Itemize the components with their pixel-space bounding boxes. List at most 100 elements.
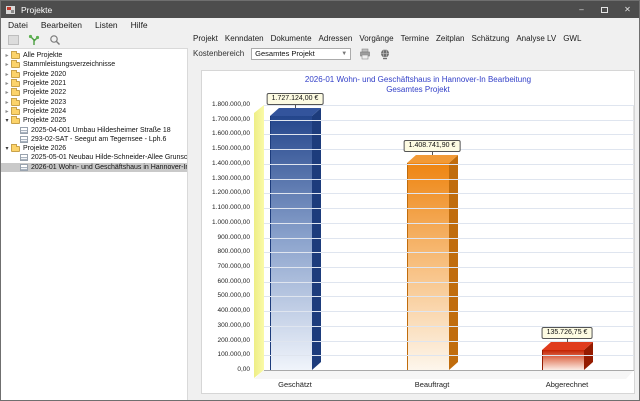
gridline [264,238,634,239]
minimize-button[interactable]: – [570,1,593,18]
expand-arrow-icon[interactable]: ▸ [3,61,11,68]
tab-termine[interactable]: Termine [401,34,429,43]
x-axis-category-label: Geschätzt [278,380,312,389]
tab-schätzung[interactable]: Schätzung [472,34,510,43]
gridline [264,179,634,180]
gridline [264,164,634,165]
titlebar: Projekte – ✕ [1,1,639,18]
new-icon[interactable] [8,35,19,45]
gridline [264,267,634,268]
bar-side-face-blue [312,108,321,370]
tree-item-label: Projekte 2022 [23,89,66,96]
y-axis-tick-label: 900.000,00 [202,234,250,241]
tree-item[interactable]: 293-02-SAT - Seegut am Tegernsee - Lph.6 [1,135,187,144]
tab-kenndaten[interactable]: Kenndaten [225,34,264,43]
right-panel: Projekt Kenndaten Dokumente Adressen Vorgäng… [188,32,639,400]
x-axis-category-label: Abgerechnet [546,380,589,389]
app-window: Projekte – ✕ Datei Bearbeiten Listen Hilfe [0,0,640,401]
folder-icon [11,81,20,87]
bar-abgerechnet [542,350,584,370]
expand-arrow-icon[interactable]: ▸ [3,52,11,59]
app-icon [6,5,16,15]
tree-item-label: Alle Projekte [23,52,62,59]
y-axis-tick-label: 1.000.000,00 [202,219,250,226]
tree-item[interactable]: ▾ Projekte 2025 [1,116,187,125]
maximize-button[interactable] [593,1,616,18]
print-button[interactable] [358,47,371,60]
tab-projekt[interactable]: Projekt [193,34,218,43]
gridline [264,193,634,194]
tree-item-label: Projekte 2025 [23,117,66,124]
expand-arrow-icon[interactable]: ▸ [3,99,11,106]
menu-item-datei[interactable]: Datei [8,20,28,30]
y-axis-tick-label: 800.000,00 [202,248,250,255]
project-doc-icon [20,127,28,134]
gridline [264,223,634,224]
expand-arrow-icon[interactable]: ▸ [3,80,11,87]
bar-side-face-orange [449,155,458,370]
project-tree: ▸ Alle Projekte ▸ Stammleistungsverzeichnis… [1,48,188,400]
project-doc-icon [20,164,28,171]
y-axis-tick-label: 1.100.000,00 [202,204,250,211]
search-icon[interactable] [49,34,61,46]
collapse-arrow-icon[interactable]: ▾ [3,117,11,124]
tree-item[interactable]: ▸Projekte 2021 [1,79,187,88]
costarea-select[interactable]: Gesamtes Projekt ▼ [251,48,351,60]
tab-gwl[interactable]: GWL [563,34,581,43]
tab-vorgänge[interactable]: Vorgänge [359,34,393,43]
expand-arrow-icon[interactable]: ▸ [3,89,11,96]
left-panel: ▸ Alle Projekte ▸ Stammleistungsverzeichnis… [1,32,188,400]
folder-icon [11,72,20,78]
y-axis-tick-label: 200.000,00 [202,337,250,344]
gridline [264,355,634,356]
tab-zeitplan[interactable]: Zeitplan [436,34,464,43]
tree-icon[interactable] [28,34,40,46]
tree-item[interactable]: 2026-01 Wohn- und Geschäftshaus in Hanno… [1,163,187,172]
tree-item[interactable]: 2025-04-001 Umbau Hildesheimer Straße 18 [1,125,187,134]
y-axis-tick-label: 0,00 [202,366,250,373]
chart-canvas: 2026-01 Wohn- und Geschäftshaus in Hanno… [188,62,639,400]
bar-top-face-red [542,342,593,350]
tree-item-label: 293-02-SAT - Seegut am Tegernsee - Lph.6 [31,136,166,143]
y-axis-tick-label: 400.000,00 [202,307,250,314]
tree-item-label: Stammleistungsverzeichnisse [23,61,115,68]
tree-item[interactable]: ▸ Alle Projekte [1,51,187,60]
window-title: Projekte [21,5,52,15]
menu-item-hilfe[interactable]: Hilfe [131,20,148,30]
tree-item[interactable]: ▾ Projekte 2026 [1,144,187,153]
chevron-down-icon: ▼ [341,51,347,57]
gridline [264,311,634,312]
chart-panel: 2026-01 Wohn- und Geschäftshaus in Hanno… [201,70,635,394]
chart-title: 2026-01 Wohn- und Geschäftshaus in Hanno… [202,75,634,84]
tab-dokumente[interactable]: Dokumente [271,34,312,43]
expand-arrow-icon[interactable]: ▸ [3,108,11,115]
x-axis-category-label: Beauftragt [415,380,450,389]
close-button[interactable]: ✕ [616,1,639,18]
menubar: Datei Bearbeiten Listen Hilfe [1,18,639,32]
tree-item[interactable]: 2025-05-01 Neubau Hilde-Schneider-Allee … [1,153,187,162]
gridline [264,120,634,121]
folder-icon [11,90,20,96]
y-axis-tick-label: 600.000,00 [202,278,250,285]
bar-top-face-orange [407,155,458,163]
folder-icon [11,118,20,124]
publish-button[interactable] [378,47,391,60]
tree-item[interactable]: ▸ Stammleistungsverzeichnisse [1,60,187,69]
tree-item[interactable]: ▸ Projekte 2022 [1,88,187,97]
toolbar [1,32,188,48]
main-body: ▸ Alle Projekte ▸ Stammleistungsverzeichnis… [1,32,639,400]
tab-adressen[interactable]: Adressen [319,34,353,43]
tree-item-label: Projekte 2024 [23,108,66,115]
menu-item-bearbeiten[interactable]: Bearbeiten [41,20,82,30]
tree-item-label: Projekte 2023 [23,99,66,106]
tree-item[interactable]: ▸ Projekte 2024 [1,107,187,116]
collapse-arrow-icon[interactable]: ▾ [3,145,11,152]
tree-item-label: Projekte 2026 [23,145,66,152]
menu-item-listen[interactable]: Listen [95,20,118,30]
gridline [264,105,634,106]
tree-item[interactable]: ▸Projekte 2020 [1,70,187,79]
tab-analyse-lv[interactable]: Analyse LV [516,34,556,43]
tree-item[interactable]: ▸ Projekte 2023 [1,97,187,106]
expand-arrow-icon[interactable]: ▸ [3,71,11,78]
gridline [264,252,634,253]
